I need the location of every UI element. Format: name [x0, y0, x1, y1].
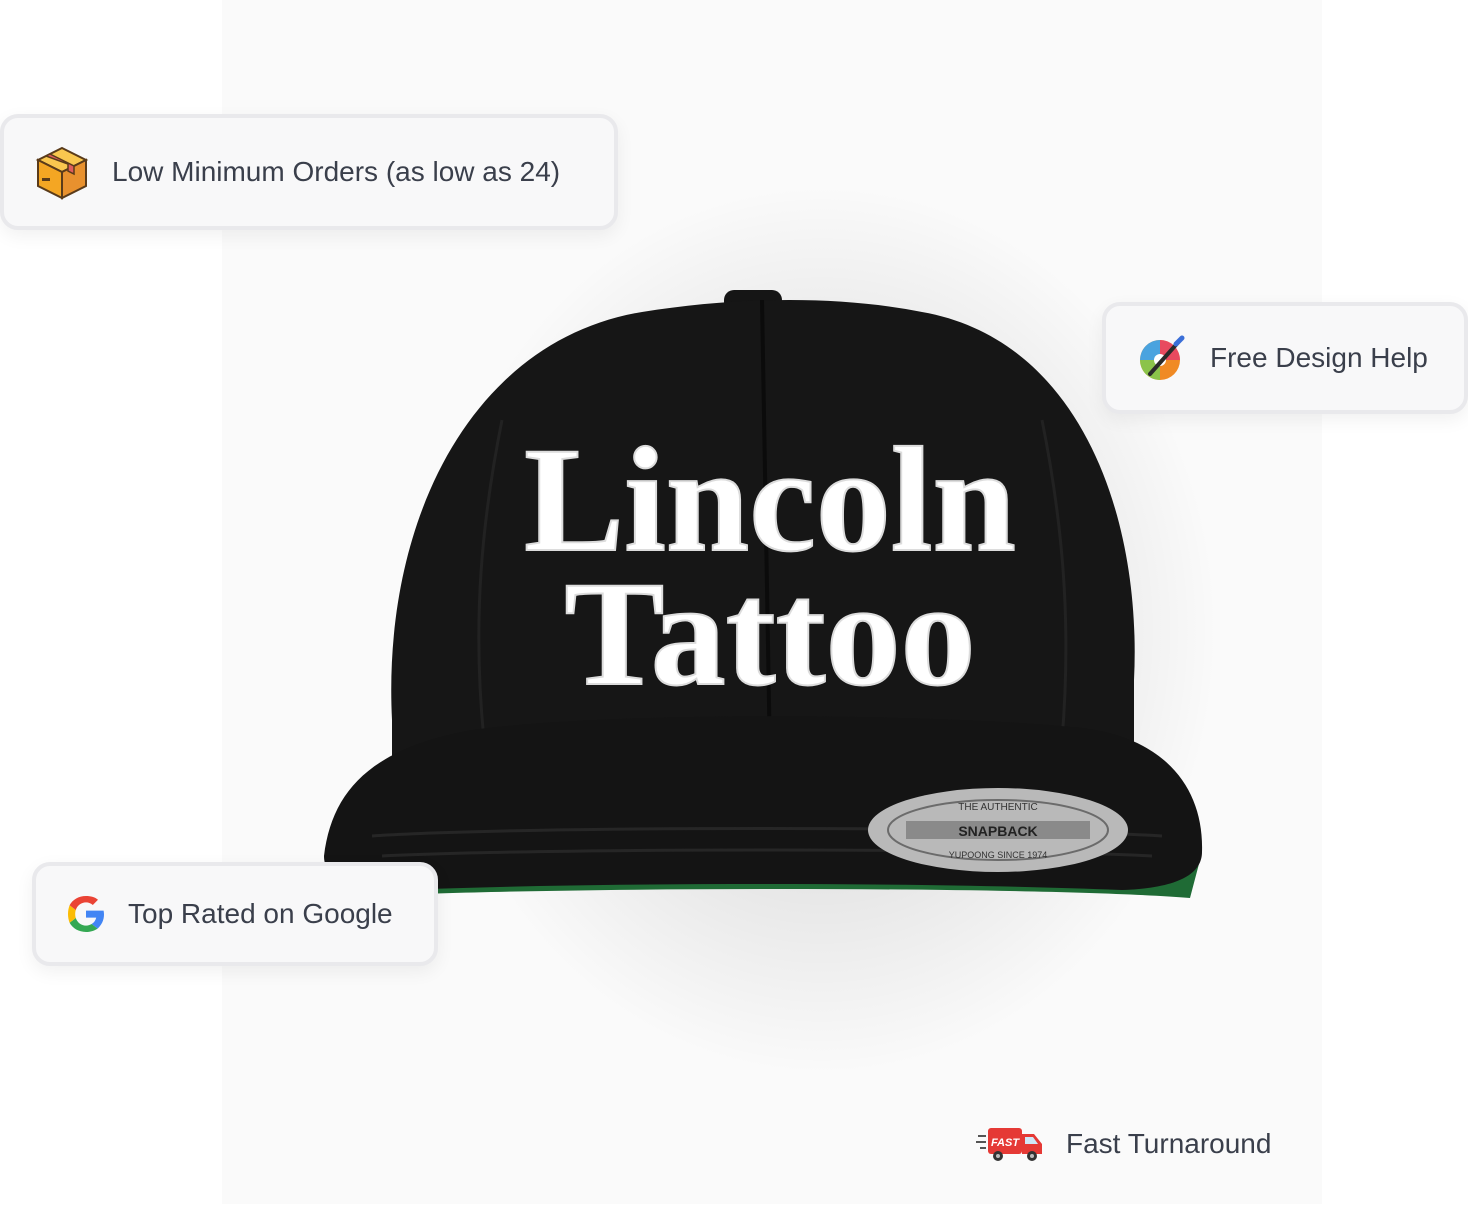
snapback-label: THE AUTHENTIC SNAPBACK YUPOONG SINCE 197…: [868, 788, 1128, 872]
low-minimum-orders-badge: Low Minimum Orders (as low as 24): [0, 114, 618, 230]
free-design-help-badge: Free Design Help: [1102, 302, 1468, 414]
google-g-icon: [64, 892, 108, 936]
top-rated-google-label: Top Rated on Google: [128, 898, 393, 929]
label-bottom-text: YUPOONG SINCE 1974: [949, 850, 1048, 860]
free-design-help-label: Free Design Help: [1210, 342, 1428, 373]
fast-turnaround-label: Fast Turnaround: [1066, 1128, 1272, 1159]
paint-palette-icon: [1136, 332, 1188, 384]
fast-turnaround-item: FAST Fast Turnaround: [976, 1118, 1271, 1170]
label-top-text: THE AUTHENTIC: [958, 802, 1037, 813]
top-rated-google-badge: Top Rated on Google: [32, 862, 438, 966]
hero-stage: THE AUTHENTIC SNAPBACK YUPOONG SINCE 197…: [0, 0, 1468, 1231]
package-box-icon: [34, 144, 90, 200]
truck-fast-text: FAST: [991, 1137, 1020, 1149]
label-main-text: SNAPBACK: [958, 823, 1037, 839]
low-minimum-orders-label: Low Minimum Orders (as low as 24): [112, 156, 561, 187]
cap-embroidery-line2: Tattoo: [564, 551, 975, 717]
fast-delivery-truck-icon: FAST: [976, 1122, 1044, 1166]
